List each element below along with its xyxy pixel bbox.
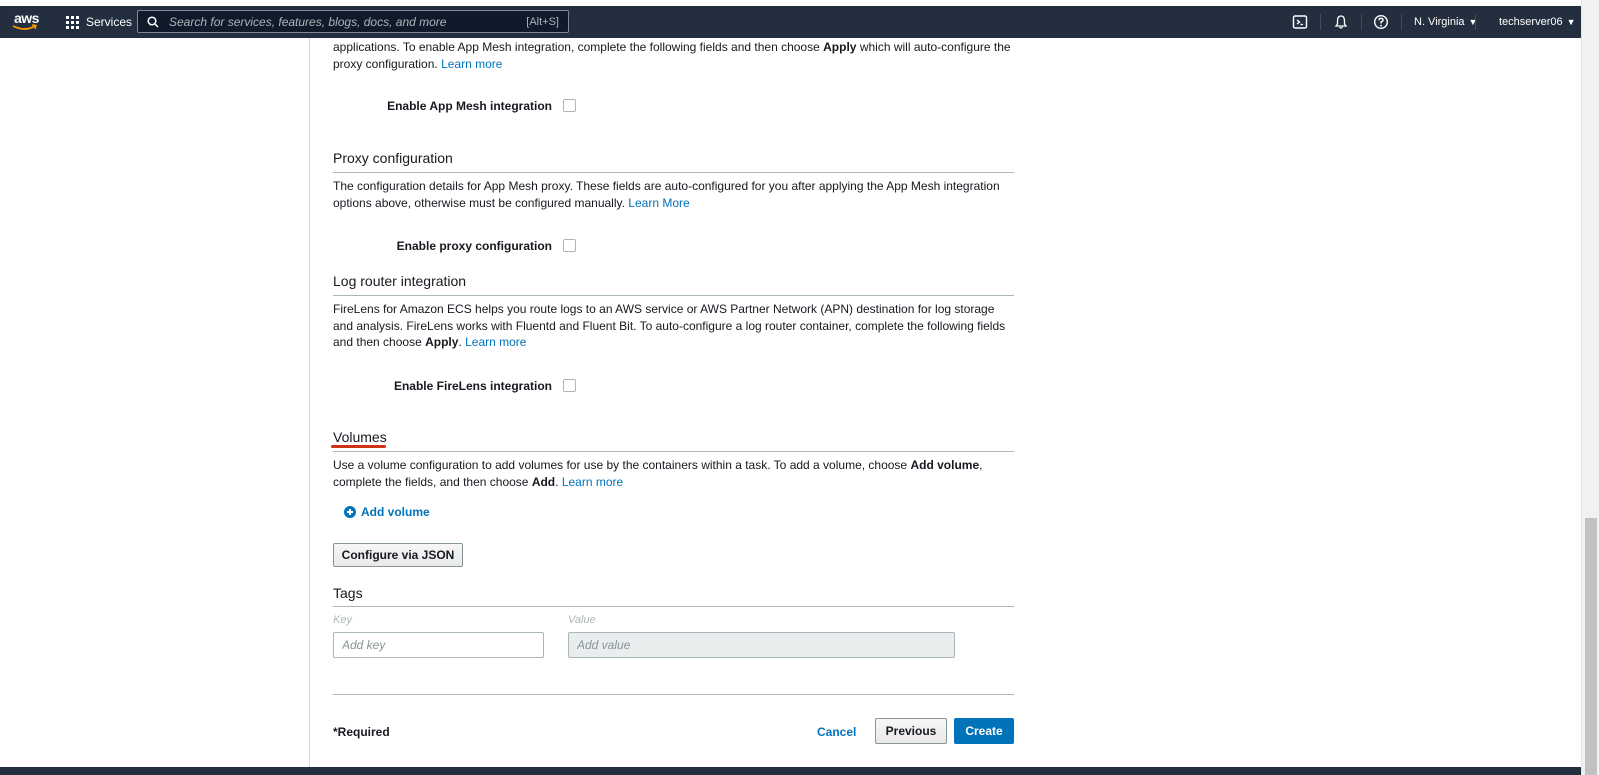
create-button[interactable]: Create — [954, 718, 1014, 744]
search-shortcut-hint: [Alt+S] — [526, 15, 559, 28]
cloudshell-icon[interactable] — [1292, 14, 1308, 30]
nav-divider — [1401, 14, 1402, 30]
volumes-description: Use a volume configuration to add volume… — [333, 458, 983, 489]
footer-divider — [333, 694, 1014, 695]
region-label: N. Virginia — [1414, 16, 1465, 28]
nav-divider — [1361, 14, 1362, 30]
proxy-section-title: Proxy configuration — [333, 150, 453, 166]
appmesh-description: applications. To enable App Mesh integra… — [333, 39, 1015, 72]
tags-section-title: Tags — [333, 585, 363, 601]
annotation-underline — [331, 445, 386, 448]
proxy-checkbox[interactable] — [563, 239, 576, 252]
logrouter-learn-more-link[interactable]: Learn more — [465, 335, 526, 349]
add-volume-label: Add volume — [361, 505, 430, 519]
aws-smile-icon — [12, 24, 37, 30]
proxy-learn-more-link[interactable]: Learn More — [628, 196, 689, 210]
section-divider — [333, 295, 1014, 296]
firelens-checkbox-label: Enable FireLens integration — [393, 379, 552, 393]
appmesh-learn-more-link[interactable]: Learn more — [441, 57, 502, 71]
appmesh-checkbox[interactable] — [563, 99, 576, 112]
section-divider — [333, 606, 1014, 607]
proxy-description: The configuration details for App Mesh p… — [333, 178, 1015, 211]
caret-down-icon: ▼ — [1468, 17, 1478, 27]
services-menu-button[interactable]: Services — [66, 6, 132, 38]
grid-icon — [66, 15, 79, 29]
aws-logo[interactable]: aws — [12, 10, 42, 34]
bell-icon[interactable] — [1333, 14, 1349, 30]
volumes-learn-more-link[interactable]: Learn more — [562, 475, 623, 489]
tag-key-column-label: Key — [333, 614, 352, 626]
scrollbar-thumb[interactable] — [1585, 518, 1597, 775]
nav-divider — [1320, 14, 1321, 30]
previous-button[interactable]: Previous — [875, 718, 947, 744]
appmesh-bold: Apply — [823, 40, 857, 54]
search-input[interactable] — [167, 13, 527, 30]
nav-divider — [1475, 14, 1476, 30]
tag-value-input[interactable] — [568, 632, 955, 658]
volumes-bold-2: Add — [531, 474, 556, 489]
plus-circle-icon — [344, 506, 356, 518]
required-note: *Required — [333, 725, 390, 739]
cancel-button[interactable]: Cancel — [817, 725, 856, 739]
search-icon — [147, 15, 159, 28]
add-volume-button[interactable]: Add volume — [344, 505, 430, 519]
appmesh-text: applications. To enable App Mesh integra… — [333, 40, 820, 54]
volumes-text-1: Use a volume configuration to add volume… — [333, 458, 908, 472]
firelens-checkbox[interactable] — [563, 379, 576, 392]
configure-via-json-button[interactable]: Configure via JSON — [333, 543, 463, 567]
logrouter-section-title: Log router integration — [333, 273, 467, 289]
page-scrollbar[interactable] — [1581, 0, 1599, 775]
tag-key-input[interactable] — [333, 632, 544, 658]
sidebar-divider — [309, 38, 310, 767]
caret-down-icon: ▼ — [1566, 17, 1576, 27]
top-navigation-bar: aws Services [Alt+S] N. Virginia — [0, 6, 1581, 38]
volumes-section-title: Volumes — [333, 429, 387, 445]
account-menu[interactable]: techserver06 ▼ — [1499, 6, 1576, 38]
section-divider — [333, 451, 1014, 452]
logrouter-description: FireLens for Amazon ECS helps you route … — [333, 302, 1006, 349]
section-divider — [333, 172, 1014, 173]
global-search[interactable]: [Alt+S] — [137, 10, 569, 33]
bottom-bar — [0, 767, 1581, 775]
tag-value-column-label: Value — [568, 614, 596, 626]
volumes-bold-1: Add volume — [910, 458, 980, 472]
help-icon[interactable] — [1373, 14, 1389, 30]
services-label: Services — [86, 15, 133, 29]
appmesh-checkbox-label: Enable App Mesh integration — [387, 99, 552, 113]
account-label: techserver06 — [1499, 16, 1563, 28]
proxy-checkbox-label: Enable proxy configuration — [396, 239, 552, 253]
logrouter-bold: Apply — [425, 335, 459, 349]
region-selector[interactable]: N. Virginia ▼ — [1414, 6, 1477, 38]
